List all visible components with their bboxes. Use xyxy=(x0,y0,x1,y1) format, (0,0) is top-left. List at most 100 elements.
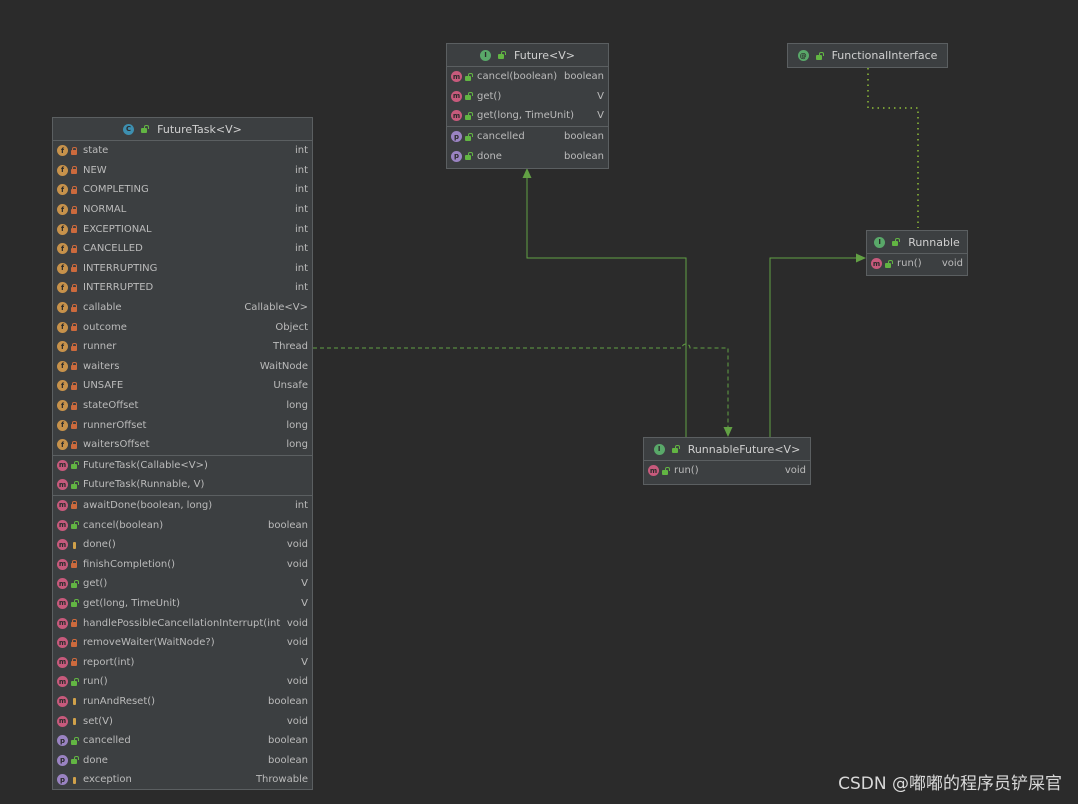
member-name: FutureTask(Callable<V>) xyxy=(83,459,208,471)
member-type: int xyxy=(294,223,308,235)
future-section-0: m cancel(boolean) boolean m get() Vm get(long,… xyxy=(447,67,608,127)
member-name: runner xyxy=(83,341,117,353)
annotation-icon: @ xyxy=(797,50,809,61)
member-name: run() xyxy=(674,465,699,477)
method-row[interactable]: m done() void xyxy=(53,535,312,555)
future-header[interactable]: I Future<V> xyxy=(447,44,608,67)
property-row[interactable]: p done boolean xyxy=(53,750,312,770)
method-icon: m xyxy=(57,578,68,590)
runnable-title: Runnable xyxy=(908,235,960,249)
method-row[interactable]: m cancel(boolean) boolean xyxy=(53,515,312,535)
future-title: Future<V> xyxy=(514,48,575,62)
method-icon: m xyxy=(57,695,68,707)
property-row[interactable]: p done boolean xyxy=(447,146,608,166)
member-type: void xyxy=(941,258,963,270)
public-visibility-icon xyxy=(662,466,670,475)
method-row[interactable]: m get(long, TimeUnit) V xyxy=(447,106,608,126)
method-row[interactable]: m cancel(boolean) boolean xyxy=(447,67,608,87)
future-interface-node[interactable]: I Future<V> m cancel(boolean) boolean m get(… xyxy=(446,43,609,169)
method-row[interactable]: m FutureTask(Runnable, V) xyxy=(53,475,312,495)
field-row[interactable]: f waitersOffset long xyxy=(53,435,312,455)
runnable-interface-node[interactable]: I Runnable m run() void xyxy=(866,230,968,276)
method-row[interactable]: m report(int) V xyxy=(53,652,312,672)
futureTask-section-0: f state int f NEW int f COMPLETING int f NORMAL int… xyxy=(53,141,312,456)
field-icon: f xyxy=(57,302,68,314)
field-icon: f xyxy=(57,400,68,412)
method-row[interactable]: m get() V xyxy=(53,574,312,594)
member-name: exception xyxy=(83,774,132,786)
member-name: runAndReset() xyxy=(83,695,156,707)
field-row[interactable]: f UNSAFE Unsafe xyxy=(53,376,312,396)
runnablefuture-interface-node[interactable]: I RunnableFuture<V> m run() void xyxy=(643,437,811,485)
method-row[interactable]: m removeWaiter(WaitNode?) void xyxy=(53,633,312,653)
field-row[interactable]: f NEW int xyxy=(53,161,312,181)
futuretask-header[interactable]: C FutureTask<V> xyxy=(53,118,312,141)
private-visibility-icon xyxy=(71,421,78,430)
member-name: NEW xyxy=(83,164,107,176)
method-row[interactable]: m FutureTask(Callable<V>) xyxy=(53,456,312,476)
public-visibility-icon xyxy=(465,92,473,101)
runnablefuture-header[interactable]: I RunnableFuture<V> xyxy=(644,438,810,461)
field-icon: f xyxy=(57,380,68,392)
field-row[interactable]: f COMPLETING int xyxy=(53,180,312,200)
futuretask-class-node[interactable]: C FutureTask<V> f state int f NEW int f COMPLET… xyxy=(52,117,313,790)
field-row[interactable]: f NORMAL int xyxy=(53,200,312,220)
member-type: void xyxy=(286,617,308,629)
functional-interface-annotation-node[interactable]: @ FunctionalInterface xyxy=(787,43,948,68)
field-row[interactable]: f EXCEPTIONAL int xyxy=(53,219,312,239)
field-row[interactable]: f runner Thread xyxy=(53,337,312,357)
method-row[interactable]: m runAndReset() boolean xyxy=(53,692,312,712)
private-visibility-icon xyxy=(71,440,78,449)
member-type: long xyxy=(286,419,308,431)
field-row[interactable]: f INTERRUPTING int xyxy=(53,259,312,279)
interface-icon: I xyxy=(874,236,886,248)
runnable-header[interactable]: I Runnable xyxy=(867,231,967,254)
edge-runnablefuture-to-future xyxy=(526,172,687,437)
field-row[interactable]: f runnerOffset long xyxy=(53,415,312,435)
method-row[interactable]: m awaitDone(boolean, long) int xyxy=(53,496,312,516)
field-row[interactable]: f state int xyxy=(53,141,312,161)
private-visibility-icon xyxy=(71,619,78,628)
property-row[interactable]: p cancelled boolean xyxy=(53,731,312,751)
member-type: int xyxy=(294,204,308,216)
field-row[interactable]: f waiters WaitNode xyxy=(53,357,312,377)
method-icon: m xyxy=(57,637,68,649)
property-row[interactable]: p exception Throwable xyxy=(53,770,312,790)
field-row[interactable]: f CANCELLED int xyxy=(53,239,312,259)
field-icon: f xyxy=(57,184,68,196)
member-type: boolean xyxy=(268,519,308,531)
field-row[interactable]: f outcome Object xyxy=(53,317,312,337)
field-icon: f xyxy=(57,145,68,157)
private-visibility-icon xyxy=(71,638,78,647)
member-name: stateOffset xyxy=(83,400,139,412)
property-icon: p xyxy=(57,754,68,766)
member-name: cancelled xyxy=(83,735,131,747)
field-row[interactable]: f callable Callable<V> xyxy=(53,298,312,318)
member-name: finishCompletion() xyxy=(83,558,176,570)
method-row[interactable]: m run() void xyxy=(53,672,312,692)
method-row[interactable]: m get(long, TimeUnit) V xyxy=(53,594,312,614)
functional-header[interactable]: @ FunctionalInterface xyxy=(788,44,947,67)
member-type: void xyxy=(286,715,308,727)
method-row[interactable]: m handlePossibleCancellationInterrupt(int… xyxy=(53,613,312,633)
method-icon: m xyxy=(57,499,68,511)
method-row[interactable]: m set(V) void xyxy=(53,711,312,731)
method-icon: m xyxy=(57,656,68,668)
method-icon: m xyxy=(57,715,68,727)
edge-functional-to-runnable xyxy=(867,68,919,228)
field-row[interactable]: f INTERRUPTED int xyxy=(53,278,312,298)
member-name: outcome xyxy=(83,321,127,333)
field-row[interactable]: f stateOffset long xyxy=(53,396,312,416)
member-name: removeWaiter(WaitNode?) xyxy=(83,637,215,649)
method-row[interactable]: m run() void xyxy=(867,254,967,274)
method-row[interactable]: m get() V xyxy=(447,87,608,107)
field-icon: f xyxy=(57,439,68,451)
method-row[interactable]: m finishCompletion() void xyxy=(53,554,312,574)
member-name: done() xyxy=(83,539,116,551)
property-row[interactable]: p cancelled boolean xyxy=(447,127,608,147)
member-name: INTERRUPTING xyxy=(83,262,158,274)
method-row[interactable]: m run() void xyxy=(644,461,810,481)
member-type: int xyxy=(294,164,308,176)
futureTask-section-2: m awaitDone(boolean, long) int m cancel(bool… xyxy=(53,496,312,790)
member-type: boolean xyxy=(268,735,308,747)
